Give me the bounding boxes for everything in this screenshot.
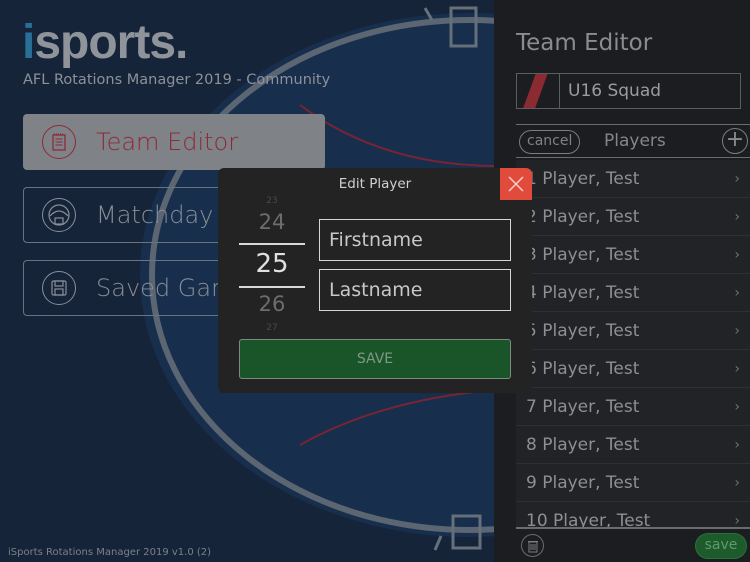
players-list[interactable]: 1 Player, Test › 2 Player, Test › 3 Player… xyxy=(516,160,750,528)
players-toolbar: cancel Players + xyxy=(516,124,750,158)
app-subtitle: AFL Rotations Manager 2019 - Community xyxy=(23,72,331,88)
chevron-right-icon: › xyxy=(734,208,740,225)
picker-option[interactable]: 23 xyxy=(239,196,305,206)
edit-player-dialog: Edit Player 23 24 25 26 27 SAVE xyxy=(218,168,532,393)
picker-option[interactable]: 24 xyxy=(239,210,305,234)
chevron-right-icon: › xyxy=(734,436,740,453)
cancel-button[interactable]: cancel xyxy=(519,130,581,154)
player-row[interactable]: 6 Player, Test › xyxy=(516,350,750,388)
trash-icon xyxy=(527,540,538,552)
player-row[interactable]: 3 Player, Test › xyxy=(516,236,750,274)
logo-text: sports. xyxy=(34,16,188,69)
add-player-button[interactable]: + xyxy=(722,128,748,154)
team-color-stripe xyxy=(520,74,550,108)
picker-selection-line xyxy=(239,243,305,245)
team-editor-title: Team Editor xyxy=(516,30,653,56)
menu-team-editor-button[interactable]: Team Editor xyxy=(23,114,325,170)
list-divider xyxy=(516,527,750,529)
player-row[interactable]: 1 Player, Test › xyxy=(516,160,750,198)
save-player-button[interactable]: SAVE xyxy=(239,339,511,379)
player-row[interactable]: 2 Player, Test › xyxy=(516,198,750,236)
player-name: 1 Player, Test xyxy=(526,168,640,189)
notepad-icon xyxy=(42,125,76,159)
player-name: 9 Player, Test xyxy=(526,472,640,493)
team-color-swatch[interactable] xyxy=(517,74,560,108)
player-row[interactable]: 4 Player, Test › xyxy=(516,274,750,312)
player-name: 2 Player, Test xyxy=(526,206,640,227)
field-icon xyxy=(42,198,76,232)
player-row[interactable]: 9 Player, Test › xyxy=(516,464,750,502)
team-name-field[interactable]: U16 Squad xyxy=(516,73,741,109)
chevron-right-icon: › xyxy=(734,474,740,491)
chevron-right-icon: › xyxy=(734,322,740,339)
version-footer: iSports Rotations Manager 2019 v1.0 (2) xyxy=(8,547,212,558)
isports-logo: isports. xyxy=(22,14,188,72)
player-name: 4 Player, Test xyxy=(526,282,640,303)
menu-label: Team Editor xyxy=(96,128,239,156)
plus-icon: + xyxy=(725,127,745,152)
player-name: 10 Player, Test xyxy=(526,510,651,529)
player-name: 3 Player, Test xyxy=(526,244,640,265)
chevron-right-icon: › xyxy=(734,170,740,187)
player-row[interactable]: 10 Player, Test › xyxy=(516,502,750,529)
delete-team-button[interactable] xyxy=(521,534,544,557)
player-row[interactable]: 5 Player, Test › xyxy=(516,312,750,350)
dialog-title: Edit Player xyxy=(338,176,412,192)
player-row[interactable]: 7 Player, Test › xyxy=(516,388,750,426)
picker-selection-line xyxy=(239,286,305,288)
floppy-disk-icon xyxy=(42,271,76,305)
menu-label: Matchday xyxy=(96,201,214,229)
picker-option[interactable]: 27 xyxy=(239,323,305,333)
picker-selected-value[interactable]: 25 xyxy=(239,249,305,279)
player-name: 6 Player, Test xyxy=(526,358,640,379)
chevron-right-icon: › xyxy=(734,512,740,529)
chevron-right-icon: › xyxy=(734,246,740,263)
team-name: U16 Squad xyxy=(568,81,662,101)
team-editor-panel: Team Editor U16 Squad cancel Players + 1… xyxy=(494,0,750,562)
player-name: 8 Player, Test xyxy=(526,434,640,455)
player-name: 7 Player, Test xyxy=(526,396,640,417)
save-team-button[interactable]: save xyxy=(695,533,747,559)
chevron-right-icon: › xyxy=(734,398,740,415)
logo-prefix: i xyxy=(22,16,35,69)
players-heading: Players xyxy=(604,131,666,151)
chevron-right-icon: › xyxy=(734,360,740,377)
lastname-input[interactable] xyxy=(319,269,511,311)
player-row[interactable]: 8 Player, Test › xyxy=(516,426,750,464)
close-icon xyxy=(508,176,524,192)
chevron-right-icon: › xyxy=(734,284,740,301)
picker-option[interactable]: 26 xyxy=(239,292,305,316)
firstname-input[interactable] xyxy=(319,219,511,261)
player-name: 5 Player, Test xyxy=(526,320,640,341)
player-number-picker[interactable]: 23 24 25 26 27 xyxy=(239,196,305,336)
close-button[interactable] xyxy=(500,168,532,200)
